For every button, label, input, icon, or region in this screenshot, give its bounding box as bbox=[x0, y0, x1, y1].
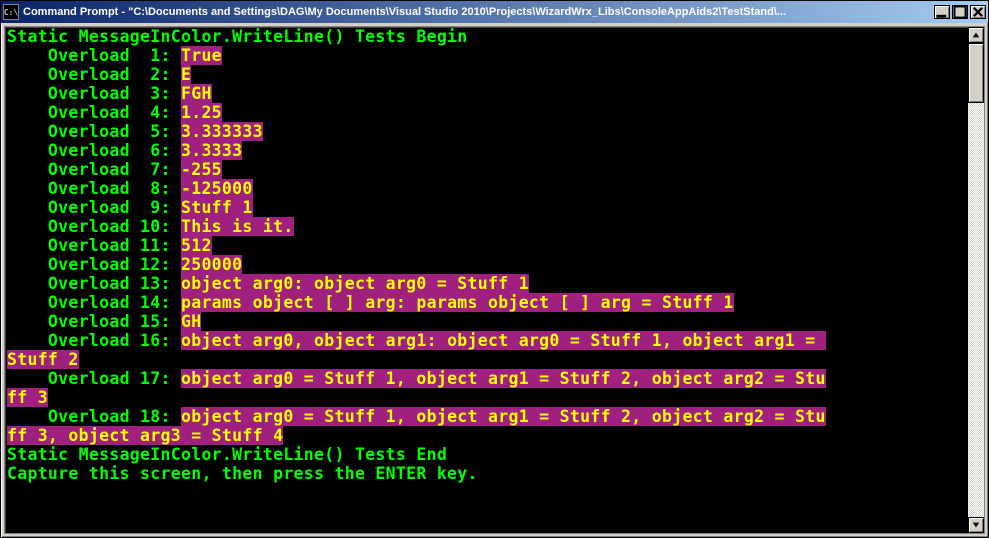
scroll-down-button[interactable] bbox=[968, 517, 984, 533]
overload-line: Overload 5: 3.333333 bbox=[7, 122, 968, 141]
overload-line-wrap: ff 3, object arg3 = Stuff 4 bbox=[7, 426, 968, 445]
tests-begin-line: Static MessageInColor.WriteLine() Tests … bbox=[7, 27, 968, 46]
overload-line-wrap: Stuff 2 bbox=[7, 350, 968, 369]
overload-line: Overload 7: -255 bbox=[7, 160, 968, 179]
overload-line: Overload 13: object arg0: object arg0 = … bbox=[7, 274, 968, 293]
console-output: Static MessageInColor.WriteLine() Tests … bbox=[5, 27, 968, 533]
overload-line: Overload 17: object arg0 = Stuff 1, obje… bbox=[7, 369, 968, 388]
vertical-scrollbar[interactable] bbox=[968, 27, 984, 533]
overload-line: Overload 11: 512 bbox=[7, 236, 968, 255]
tests-end-line: Static MessageInColor.WriteLine() Tests … bbox=[7, 445, 968, 464]
console-client-area: Static MessageInColor.WriteLine() Tests … bbox=[4, 26, 985, 534]
overload-line-wrap: ff 3 bbox=[7, 388, 968, 407]
press-enter-line: Capture this screen, then press the ENTE… bbox=[7, 464, 968, 483]
overload-line: Overload 2: E bbox=[7, 65, 968, 84]
scroll-thumb[interactable] bbox=[968, 43, 984, 103]
overload-line: Overload 8: -125000 bbox=[7, 179, 968, 198]
titlebar[interactable]: C:\ Command Prompt - "C:\Documents and S… bbox=[1, 1, 988, 23]
app-icon: C:\ bbox=[3, 4, 19, 20]
scroll-up-button[interactable] bbox=[968, 27, 984, 43]
scroll-track[interactable] bbox=[968, 43, 984, 517]
window-title: Command Prompt - "C:\Documents and Setti… bbox=[23, 6, 934, 18]
overload-line: Overload 12: 250000 bbox=[7, 255, 968, 274]
maximize-button[interactable] bbox=[952, 5, 968, 19]
command-prompt-window: C:\ Command Prompt - "C:\Documents and S… bbox=[0, 0, 989, 538]
overload-line: Overload 6: 3.3333 bbox=[7, 141, 968, 160]
overload-line: Overload 18: object arg0 = Stuff 1, obje… bbox=[7, 407, 968, 426]
overload-line: Overload 15: GH bbox=[7, 312, 968, 331]
minimize-button[interactable] bbox=[934, 5, 950, 19]
overload-line: Overload 3: FGH bbox=[7, 84, 968, 103]
overload-line: Overload 1: True bbox=[7, 46, 968, 65]
overload-line: Overload 14: params object [ ] arg: para… bbox=[7, 293, 968, 312]
overload-line: Overload 9: Stuff 1 bbox=[7, 198, 968, 217]
overload-line: Overload 16: object arg0, object arg1: o… bbox=[7, 331, 968, 350]
overload-line: Overload 4: 1.25 bbox=[7, 103, 968, 122]
overload-line: Overload 10: This is it. bbox=[7, 217, 968, 236]
close-button[interactable] bbox=[970, 5, 986, 19]
